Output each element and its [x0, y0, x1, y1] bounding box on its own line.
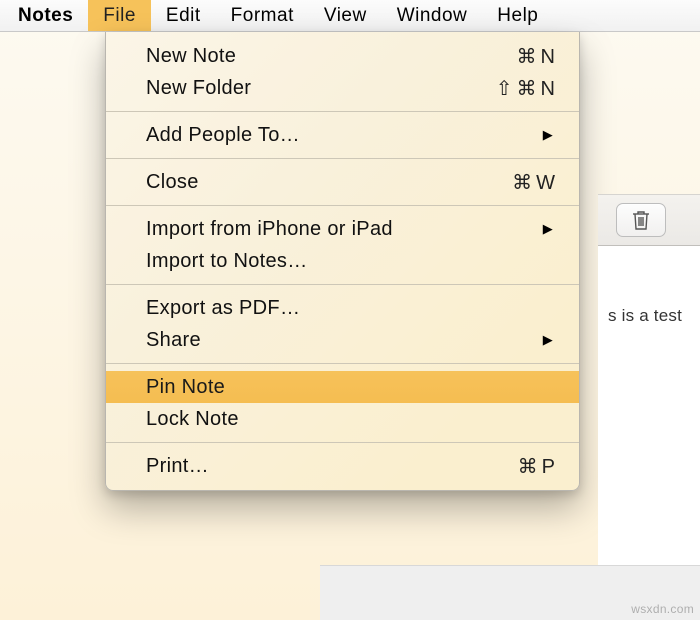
menu-item-label: Share — [146, 329, 543, 352]
menu-item-import-iphone[interactable]: Import from iPhone or iPad ▶ — [106, 213, 579, 245]
menu-item-export-pdf[interactable]: Export as PDF… — [106, 292, 579, 324]
menu-view[interactable]: View — [309, 0, 382, 31]
menu-item-label: Print… — [146, 455, 518, 478]
menu-item-shortcut: ⌘W — [512, 170, 559, 195]
file-menu-dropdown: New Note ⌘N New Folder ⇧⌘N Add People To… — [105, 32, 580, 491]
menu-help[interactable]: Help — [482, 0, 553, 31]
menu-file[interactable]: File — [88, 0, 151, 31]
menu-separator — [106, 205, 579, 206]
menu-edit[interactable]: Edit — [151, 0, 216, 31]
menu-item-label: Lock Note — [146, 408, 559, 431]
menu-item-new-note[interactable]: New Note ⌘N — [106, 40, 579, 72]
note-text: s is a test — [608, 306, 682, 325]
menu-item-add-people[interactable]: Add People To… ▶ — [106, 119, 579, 151]
menu-item-label: Close — [146, 171, 512, 194]
menu-item-label: Add People To… — [146, 124, 543, 147]
menu-item-new-folder[interactable]: New Folder ⇧⌘N — [106, 72, 579, 104]
menubar: Notes File Edit Format View Window Help — [0, 0, 700, 32]
menu-format[interactable]: Format — [216, 0, 309, 31]
menu-item-shortcut: ⌘N — [517, 44, 559, 69]
menu-item-pin-note[interactable]: Pin Note — [106, 371, 579, 403]
trash-icon — [631, 209, 651, 231]
menu-separator — [106, 363, 579, 364]
menu-item-lock-note[interactable]: Lock Note — [106, 403, 579, 435]
note-content-fragment[interactable]: s is a test — [598, 246, 700, 620]
submenu-arrow-icon: ▶ — [543, 332, 559, 348]
menu-item-label: Export as PDF… — [146, 297, 559, 320]
menu-item-import-notes[interactable]: Import to Notes… — [106, 245, 579, 277]
menu-item-label: Import to Notes… — [146, 250, 559, 273]
menu-item-share[interactable]: Share ▶ — [106, 324, 579, 356]
menu-separator — [106, 284, 579, 285]
menu-item-shortcut: ⌘P — [518, 454, 559, 479]
menu-item-label: New Note — [146, 45, 517, 68]
menu-item-label: Import from iPhone or iPad — [146, 218, 543, 241]
menu-item-label: Pin Note — [146, 376, 559, 399]
delete-button[interactable] — [616, 203, 666, 237]
menu-app-name[interactable]: Notes — [0, 0, 88, 31]
submenu-arrow-icon: ▶ — [543, 127, 559, 143]
watermark-text: wsxdn.com — [631, 602, 694, 616]
submenu-arrow-icon: ▶ — [543, 221, 559, 237]
menu-item-shortcut: ⇧⌘N — [496, 76, 559, 101]
toolbar-fragment — [598, 194, 700, 246]
menu-separator — [106, 158, 579, 159]
menu-separator — [106, 442, 579, 443]
menu-item-label: New Folder — [146, 77, 496, 100]
menu-item-print[interactable]: Print… ⌘P — [106, 450, 579, 482]
menu-separator — [106, 111, 579, 112]
menu-item-close[interactable]: Close ⌘W — [106, 166, 579, 198]
menu-window[interactable]: Window — [382, 0, 483, 31]
